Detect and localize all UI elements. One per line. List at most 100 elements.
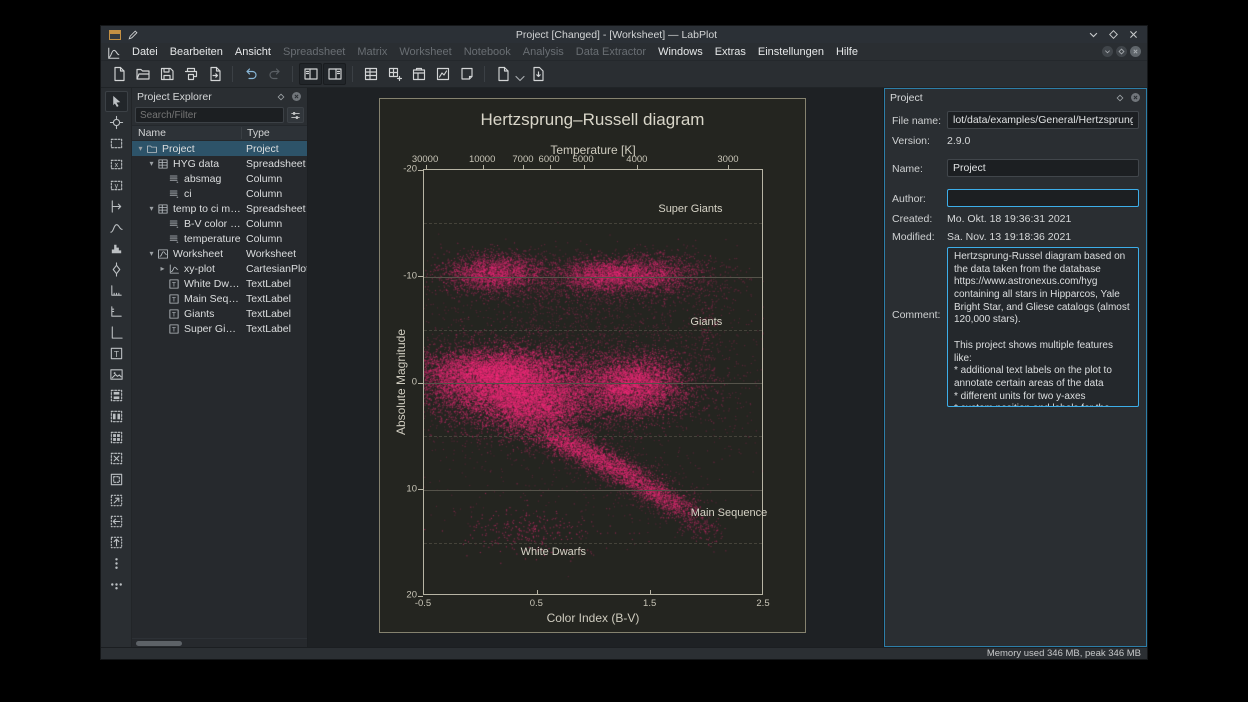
open-project-button[interactable] — [131, 63, 154, 85]
layout-grid-button[interactable] — [105, 427, 128, 448]
toggle-project-explorer-button[interactable] — [299, 63, 322, 85]
arrow-up-right-button[interactable] — [105, 490, 128, 511]
menu-bearbeiten[interactable]: Bearbeiten — [164, 45, 229, 59]
menu-extras[interactable]: Extras — [709, 45, 752, 59]
menu-datei[interactable]: Datei — [126, 45, 164, 59]
tree-item-xy-plot[interactable]: ▸xy-plotCartesianPlot — [132, 261, 307, 276]
item-type: TextLabel — [241, 323, 307, 335]
y-axis-label[interactable]: Absolute Magnitude — [394, 327, 408, 437]
caret-open-icon[interactable]: ▾ — [146, 156, 157, 171]
arrow-left-button[interactable] — [105, 511, 128, 532]
column-header-type[interactable]: Type — [241, 127, 307, 139]
caret-open-icon[interactable]: ▾ — [135, 141, 146, 156]
text-label-white-dwarfs[interactable]: White Dwarfs — [521, 546, 586, 558]
tree-item-giants[interactable]: TGiantsTextLabel — [132, 306, 307, 321]
menu-hilfe[interactable]: Hilfe — [830, 45, 864, 59]
add-text-label-button[interactable]: T — [105, 343, 128, 364]
text-label-giants[interactable]: Giants — [690, 316, 722, 328]
export-button[interactable] — [203, 63, 226, 85]
tree-item-project[interactable]: ▾ProjectProject — [132, 141, 307, 156]
close-dock-icon[interactable] — [1130, 92, 1141, 103]
mdi-restore-icon[interactable] — [1102, 46, 1113, 57]
add-xy-curve-button[interactable] — [105, 217, 128, 238]
layout-vertical-button[interactable] — [105, 385, 128, 406]
float-dock-icon[interactable] — [1115, 93, 1125, 103]
filter-options-button[interactable] — [287, 107, 304, 123]
close-icon[interactable] — [1128, 29, 1139, 40]
new-note-button[interactable] — [455, 63, 478, 85]
print-button[interactable] — [179, 63, 202, 85]
file-name-input[interactable] — [947, 111, 1139, 129]
comment-textarea[interactable]: Hertzsprung-Russel diagram based on the … — [947, 247, 1139, 407]
version-label: Version: — [892, 133, 947, 147]
menu-windows[interactable]: Windows — [652, 45, 709, 59]
crosshair-button[interactable] — [105, 112, 128, 133]
new-worksheet-button[interactable] — [431, 63, 454, 85]
tree-item-white-dwarfs[interactable]: TWhite DwarfsTextLabel — [132, 276, 307, 291]
scrollbar-thumb[interactable] — [136, 641, 182, 646]
import-file-button[interactable] — [526, 63, 549, 85]
caret-closed-icon[interactable]: ▸ — [157, 261, 168, 276]
tree-item-temp-to-ci-mapping[interactable]: ▾temp to ci mappingSpreadsheet — [132, 201, 307, 216]
tree-item-temperature[interactable]: temperatureColumn — [132, 231, 307, 246]
tree-item-super-giants[interactable]: TSuper GiantsTextLabel — [132, 321, 307, 336]
minimize-icon[interactable] — [1088, 29, 1099, 40]
distribute-vertical-button[interactable] — [105, 553, 128, 574]
maximize-icon[interactable] — [1108, 29, 1119, 40]
worksheet-page[interactable]: Hertzsprung–Russell diagram Temperature … — [379, 98, 806, 633]
search-input[interactable] — [135, 107, 284, 123]
layout-horizontal-button[interactable] — [105, 406, 128, 427]
zoom-y-select-button[interactable]: y — [105, 175, 128, 196]
axis-corner-button[interactable] — [105, 301, 128, 322]
add-axis-button[interactable] — [105, 196, 128, 217]
add-image-button[interactable] — [105, 364, 128, 385]
tree-item-hyg-data[interactable]: ▾HYG dataSpreadsheet — [132, 156, 307, 171]
close-dock-icon[interactable] — [291, 91, 302, 102]
tree-item-b-v-color-index[interactable]: B-V color indexColumn — [132, 216, 307, 231]
break-layout-button[interactable] — [105, 448, 128, 469]
plot-title[interactable]: Hertzsprung–Russell diagram — [380, 110, 805, 130]
menu-einstellungen[interactable]: Einstellungen — [752, 45, 830, 59]
new-matrix-button[interactable] — [383, 63, 406, 85]
text-label-main-sequence[interactable]: Main Sequence — [691, 507, 767, 519]
new-project-button[interactable] — [107, 63, 130, 85]
pin-icon[interactable] — [127, 29, 139, 41]
horizontal-scrollbar[interactable] — [132, 638, 307, 647]
undo-icon — [243, 66, 259, 82]
tree-item-main-sequence[interactable]: TMain SequenceTextLabel — [132, 291, 307, 306]
new-workbook-button[interactable] — [407, 63, 430, 85]
column-header-name[interactable]: Name — [132, 127, 241, 139]
mdi-maximize-icon[interactable] — [1116, 46, 1127, 57]
new-spreadsheet-button[interactable] — [359, 63, 382, 85]
text-label-super-giants[interactable]: Super Giants — [658, 203, 722, 215]
select-button[interactable] — [105, 91, 128, 112]
arrow-up-button[interactable] — [105, 532, 128, 553]
caret-open-icon[interactable]: ▾ — [146, 246, 157, 261]
add-boxplot-button[interactable] — [105, 259, 128, 280]
undo-button[interactable] — [239, 63, 262, 85]
axis-left-button[interactable] — [105, 322, 128, 343]
tree-header[interactable]: Name Type — [132, 125, 307, 141]
distribute-horizontal-button[interactable] — [105, 574, 128, 595]
x-axis-label[interactable]: Color Index (B-V) — [423, 611, 763, 625]
new-live-datasource-button[interactable] — [491, 63, 525, 85]
author-input[interactable] — [947, 189, 1139, 207]
toggle-properties-explorer-button[interactable] — [323, 63, 346, 85]
zoom-x-select-button[interactable]: x — [105, 154, 128, 175]
mdi-close-icon[interactable] — [1130, 46, 1141, 57]
menu-ansicht[interactable]: Ansicht — [229, 45, 277, 59]
tree-item-ci[interactable]: ciColumn — [132, 186, 307, 201]
add-histogram-button[interactable] — [105, 238, 128, 259]
redo-button[interactable] — [263, 63, 286, 85]
svg-text:x: x — [114, 162, 118, 169]
tree-item-absmag[interactable]: absmagColumn — [132, 171, 307, 186]
float-dock-icon[interactable] — [276, 92, 286, 102]
name-input[interactable] — [947, 159, 1139, 177]
axis-bottom-button[interactable] — [105, 280, 128, 301]
container-button[interactable] — [105, 469, 128, 490]
plot-area[interactable] — [423, 169, 763, 595]
caret-open-icon[interactable]: ▾ — [146, 201, 157, 216]
zoom-select-button[interactable] — [105, 133, 128, 154]
tree-item-worksheet[interactable]: ▾WorksheetWorksheet — [132, 246, 307, 261]
save-button[interactable] — [155, 63, 178, 85]
